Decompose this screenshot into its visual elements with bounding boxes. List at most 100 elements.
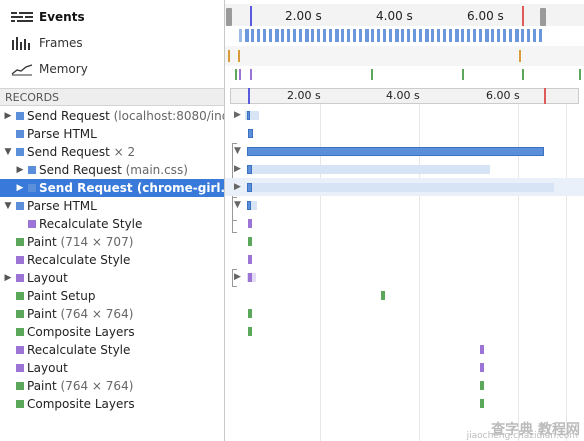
record-row[interactable]: ▶ Send Request (chrome-girl.jpg) <box>0 179 224 197</box>
frame-tick <box>413 29 416 42</box>
frames-overview-lane[interactable] <box>225 26 584 46</box>
record-label: Paint (714 × 707) <box>27 233 133 251</box>
timeline-bar[interactable] <box>480 345 484 354</box>
collapse-triangle-icon[interactable]: ▼ <box>234 200 241 210</box>
watermark-url: jiaocheng.chazidian.com <box>466 431 578 441</box>
timeline-bar[interactable] <box>248 273 252 282</box>
record-name: Layout <box>27 361 68 375</box>
record-name: Recalculate Style <box>27 343 131 357</box>
memory-overview-lane[interactable] <box>225 66 584 84</box>
record-color-square-icon <box>16 310 24 318</box>
group-bracket <box>232 269 237 287</box>
frame-tick <box>461 29 464 42</box>
record-label: Layout <box>27 269 68 287</box>
frame-tick <box>473 29 476 42</box>
timeline-bar[interactable] <box>247 201 251 210</box>
record-row[interactable]: ▶ Send Request (main.css) <box>0 161 224 179</box>
dom-content-marker <box>250 6 252 26</box>
record-color-square-icon <box>16 292 24 300</box>
timeline-bar[interactable] <box>248 219 252 228</box>
frame-tick <box>449 29 452 42</box>
expand-triangle-icon[interactable]: ▶ <box>3 107 13 125</box>
record-row[interactable]: ▼ Parse HTML <box>0 197 224 215</box>
record-label: Send Request (chrome-girl.jpg) <box>39 179 224 197</box>
timeline-bar[interactable] <box>248 129 253 138</box>
frame-tick <box>341 29 344 42</box>
timeline-bar[interactable] <box>248 309 252 318</box>
frame-tick <box>281 29 284 42</box>
frame-tick <box>311 29 314 42</box>
expand-triangle-icon[interactable]: ▶ <box>15 161 25 179</box>
record-row[interactable]: Paint Setup <box>0 287 224 305</box>
overview-tick-6s: 6.00 s <box>467 9 504 23</box>
record-label: Send Request × 2 <box>27 143 135 161</box>
record-row[interactable]: Paint (764 × 764) <box>0 377 224 395</box>
timeline-bar[interactable] <box>247 183 554 192</box>
record-color-square-icon <box>28 184 36 192</box>
record-label: Layout <box>27 359 68 377</box>
timeline-bar[interactable] <box>248 237 252 246</box>
expand-triangle-icon[interactable]: ▶ <box>234 182 241 192</box>
frames-overview-lane-2[interactable] <box>225 46 584 66</box>
overview-frames[interactable]: Frames <box>0 30 225 56</box>
collapse-triangle-icon[interactable]: ▼ <box>3 143 13 161</box>
overview-events[interactable]: Events <box>0 4 225 30</box>
expand-triangle-icon[interactable]: ▶ <box>15 179 25 197</box>
expand-triangle-icon[interactable]: ▶ <box>234 164 241 174</box>
frame-tick <box>401 29 404 42</box>
frame-tick <box>371 29 374 42</box>
records-sidebar: Events Frames Memory RECORDS ▶ Send Requ… <box>0 0 225 441</box>
overview-memory-label: Memory <box>39 62 88 76</box>
timeline-bar[interactable] <box>248 327 252 336</box>
overview-memory[interactable]: Memory <box>0 56 225 82</box>
timeline-bar[interactable] <box>247 183 252 192</box>
timeline-bar[interactable] <box>480 363 484 372</box>
record-row[interactable]: ▼ Send Request × 2 <box>0 143 224 161</box>
frame-tick <box>293 29 296 42</box>
timeline-bar[interactable] <box>480 399 484 408</box>
frame-tick <box>383 29 386 42</box>
record-row[interactable]: Parse HTML <box>0 125 224 143</box>
record-row[interactable]: Composite Layers <box>0 323 224 341</box>
record-label: Send Request (main.css) <box>39 161 188 179</box>
record-name: Paint Setup <box>27 289 96 303</box>
timeline-bar[interactable] <box>480 381 484 390</box>
timeline-panel: Events Frames Memory RECORDS ▶ Send Requ… <box>0 0 584 441</box>
timeline-bar[interactable] <box>247 165 252 174</box>
record-row[interactable]: Recalculate Style <box>0 251 224 269</box>
record-row[interactable]: Layout <box>0 359 224 377</box>
record-row[interactable]: ▶ Layout <box>0 269 224 287</box>
frame-tick <box>527 29 530 42</box>
orange-tick <box>519 50 521 62</box>
collapse-triangle-icon[interactable]: ▼ <box>3 197 13 215</box>
overview-frames-label: Frames <box>39 36 83 50</box>
record-name: Send Request <box>27 109 110 123</box>
timeline-bar[interactable] <box>247 111 250 120</box>
record-row[interactable]: Composite Layers <box>0 395 224 413</box>
timeline-bar[interactable] <box>381 291 385 300</box>
collapse-triangle-icon[interactable]: ▼ <box>234 146 241 156</box>
record-row[interactable]: Recalculate Style <box>0 215 224 233</box>
record-row[interactable]: Paint (714 × 707) <box>0 233 224 251</box>
record-label: Parse HTML <box>27 125 97 143</box>
expand-triangle-icon[interactable]: ▶ <box>234 110 241 120</box>
record-label: Parse HTML <box>27 197 97 215</box>
events-icon <box>11 10 33 24</box>
record-row[interactable]: Recalculate Style <box>0 341 224 359</box>
frame-tick <box>443 29 446 42</box>
record-row[interactable]: ▶ Send Request (localhost:8080/inde... <box>0 107 224 125</box>
record-color-square-icon <box>16 238 24 246</box>
record-name: Parse HTML <box>27 199 97 213</box>
frame-tick <box>335 29 339 42</box>
timeline-bar[interactable] <box>247 165 490 174</box>
timeline-bar[interactable] <box>247 147 544 156</box>
record-color-square-icon <box>16 400 24 408</box>
timeline-bar[interactable] <box>248 255 252 264</box>
expand-triangle-icon[interactable]: ▶ <box>3 269 13 287</box>
right-range-handle[interactable] <box>540 8 546 26</box>
frame-tick <box>359 29 362 42</box>
frame-tick <box>377 29 380 42</box>
ruler-tick-6s: 6.00 s <box>486 89 520 102</box>
left-range-handle[interactable] <box>226 8 232 26</box>
record-row[interactable]: Paint (764 × 764) <box>0 305 224 323</box>
